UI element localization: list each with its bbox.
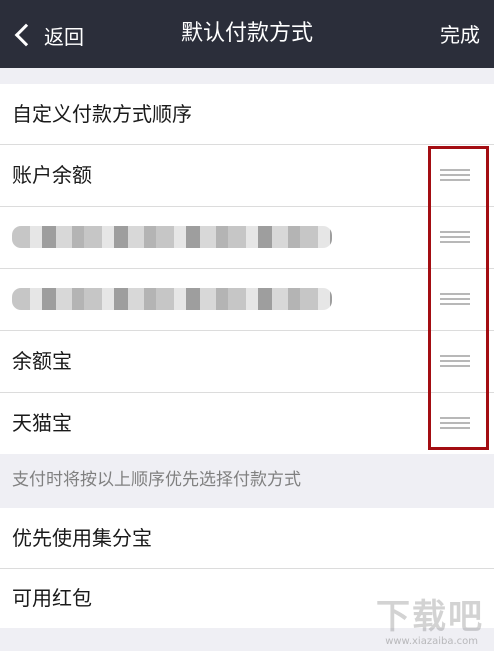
drag-handle-icon[interactable] — [440, 169, 470, 181]
watermark-logo: 下载吧 www.xiazaiba.com — [348, 597, 488, 647]
back-label: 返回 — [44, 24, 84, 49]
chevron-left-icon — [14, 23, 38, 47]
payment-item-label: 天猫宝 — [12, 411, 72, 435]
option-prefer-jifenbao[interactable]: 优先使用集分宝 — [0, 508, 494, 568]
payment-item-label: 账户余额 — [12, 163, 92, 187]
order-note: 支付时将按以上顺序优先选择付款方式 — [12, 470, 301, 490]
payment-item-redacted-1[interactable] — [0, 206, 494, 268]
drag-handle-icon[interactable] — [440, 417, 470, 429]
nav-bar: 返回 默认付款方式 完成 — [0, 0, 494, 68]
payment-order-section: 自定义付款方式顺序 账户余额 余额宝 天猫宝 — [0, 84, 494, 454]
drag-handle-icon[interactable] — [440, 231, 470, 243]
watermark-url: www.xiazaiba.com — [385, 636, 478, 647]
back-button[interactable]: 返回 — [12, 18, 84, 52]
payment-item-balance[interactable]: 账户余额 — [0, 144, 494, 206]
drag-handle-icon[interactable] — [440, 293, 470, 305]
redacted-label — [12, 226, 332, 248]
done-button[interactable]: 完成 — [440, 18, 480, 52]
payment-item-redacted-2[interactable] — [0, 268, 494, 330]
redacted-label — [12, 288, 332, 310]
payment-item-yuebao[interactable]: 余额宝 — [0, 330, 494, 392]
payment-item-tianmaobao[interactable]: 天猫宝 — [0, 392, 494, 454]
payment-item-label: 余额宝 — [12, 349, 72, 373]
section-title: 自定义付款方式顺序 — [12, 102, 192, 126]
watermark-text: 下载吧 — [376, 597, 484, 637]
drag-handle-icon[interactable] — [440, 355, 470, 367]
